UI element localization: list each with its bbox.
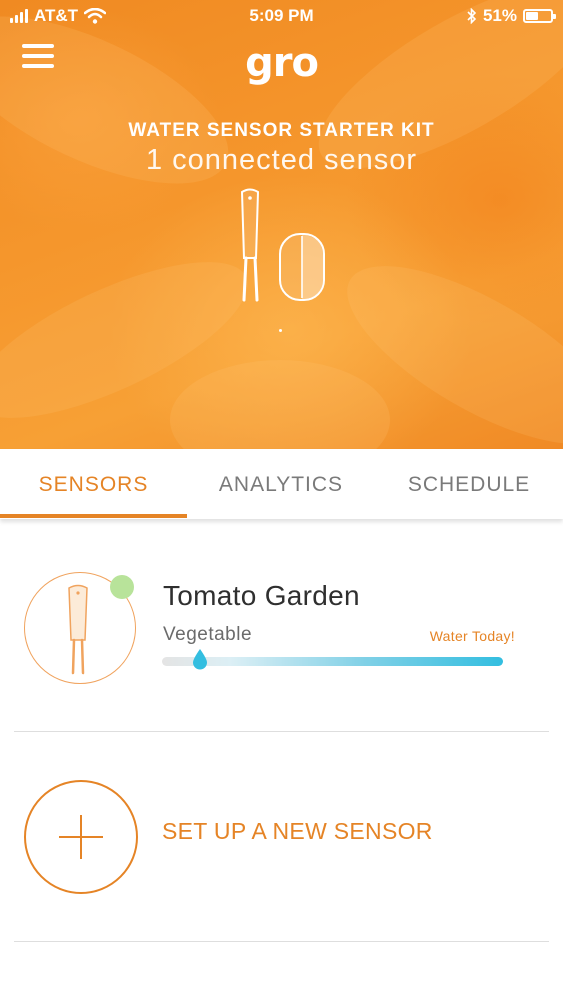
battery-icon (523, 9, 556, 23)
sensor-list-item[interactable]: Tomato Garden Vegetable Water Today! (0, 540, 563, 730)
status-bar: AT&T 5:09 PM 51% (0, 0, 563, 34)
app-logo: gro (245, 40, 319, 86)
tab-analytics[interactable]: ANALYTICS (187, 449, 375, 519)
active-tab-indicator (0, 514, 187, 518)
online-status-dot (110, 575, 134, 599)
tab-schedule[interactable]: SCHEDULE (375, 449, 563, 519)
add-sensor-button[interactable] (24, 780, 138, 894)
plus-icon (59, 815, 103, 859)
header-hero: AT&T 5:09 PM 51% gro WATER SENSOR STARTE… (0, 0, 563, 449)
battery-percent: 51% (482, 6, 517, 25)
status-right: 51% (467, 6, 556, 26)
list-divider (14, 941, 549, 942)
moisture-bar (162, 657, 503, 666)
add-sensor-label[interactable]: SET UP A NEW SENSOR (162, 818, 433, 845)
kit-title: WATER SENSOR STARTER KIT (128, 120, 435, 141)
sensor-name: Tomato Garden (163, 580, 360, 611)
battery-level (526, 12, 538, 20)
bluetooth-icon (467, 8, 477, 24)
connected-count: 1 connected sensor (145, 144, 418, 176)
background-petal (170, 360, 390, 449)
tab-sensors[interactable]: SENSORS (0, 449, 187, 519)
sensor-plant-type: Vegetable (163, 624, 253, 645)
water-status-label: Water Today! (429, 628, 515, 644)
tab-bar: SENSORS ANALYTICS SCHEDULE (0, 449, 563, 519)
add-sensor-row[interactable]: SET UP A NEW SENSOR (0, 752, 563, 937)
water-drop-icon (193, 649, 207, 670)
carousel-indicator (279, 329, 282, 332)
sensor-kit-icon (240, 188, 325, 302)
list-divider (14, 731, 549, 732)
